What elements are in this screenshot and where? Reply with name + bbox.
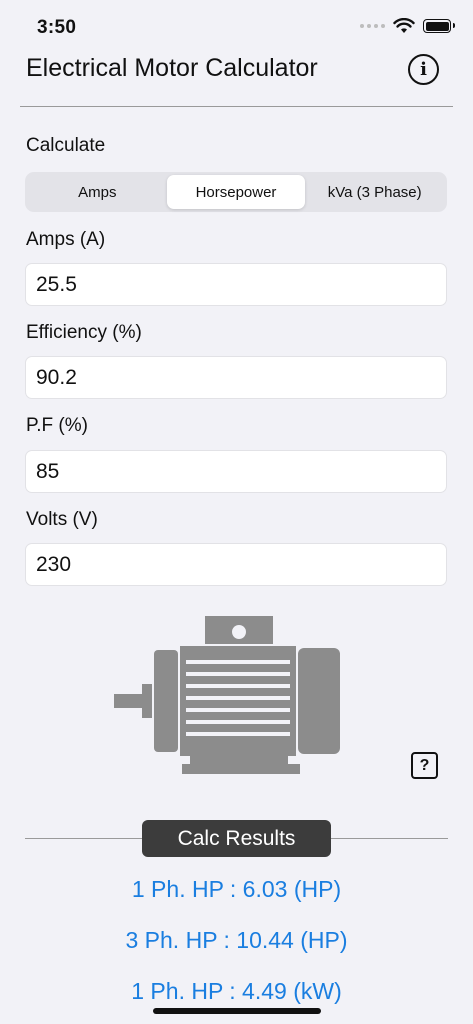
status-icons xyxy=(360,18,455,34)
status-time: 3:50 xyxy=(37,17,77,38)
calc-results-badge: Calc Results xyxy=(142,820,331,857)
segment-amps[interactable]: Amps xyxy=(28,175,167,209)
home-indicator[interactable] xyxy=(153,1008,321,1014)
amps-field[interactable]: 25.5 xyxy=(25,263,447,306)
nav-divider xyxy=(20,106,453,107)
efficiency-label: Efficiency (%) xyxy=(26,322,142,343)
electric-motor-icon xyxy=(114,616,340,774)
efficiency-field[interactable]: 90.2 xyxy=(25,356,447,399)
calculate-label: Calculate xyxy=(26,135,106,156)
battery-icon xyxy=(423,19,455,33)
page-title: Electrical Motor Calculator xyxy=(26,54,318,82)
pf-label: P.F (%) xyxy=(26,415,88,436)
info-icon[interactable]: i xyxy=(408,54,439,85)
volts-field[interactable]: 230 xyxy=(25,543,447,586)
status-bar: 3:50 xyxy=(0,0,473,52)
wifi-icon xyxy=(393,18,415,33)
segment-horsepower[interactable]: Horsepower xyxy=(166,175,306,209)
segment-kva-3-phase[interactable]: kVa (3 Phase) xyxy=(305,175,444,209)
cellular-signal-icon xyxy=(360,24,385,28)
help-icon[interactable]: ? xyxy=(411,752,438,779)
pf-field[interactable]: 85 xyxy=(25,450,447,493)
volts-label: Volts (V) xyxy=(26,509,98,530)
result-1ph-hp: 1 Ph. HP : 6.03 (HP) xyxy=(131,876,342,902)
amps-label: Amps (A) xyxy=(26,229,106,250)
result-3ph-hp: 3 Ph. HP : 10.44 (HP) xyxy=(125,927,348,953)
calculate-segmented-control: Amps Horsepower kVa (3 Phase) xyxy=(25,172,447,212)
result-1ph-kw: 1 Ph. HP : 4.49 (kW) xyxy=(131,978,342,1004)
